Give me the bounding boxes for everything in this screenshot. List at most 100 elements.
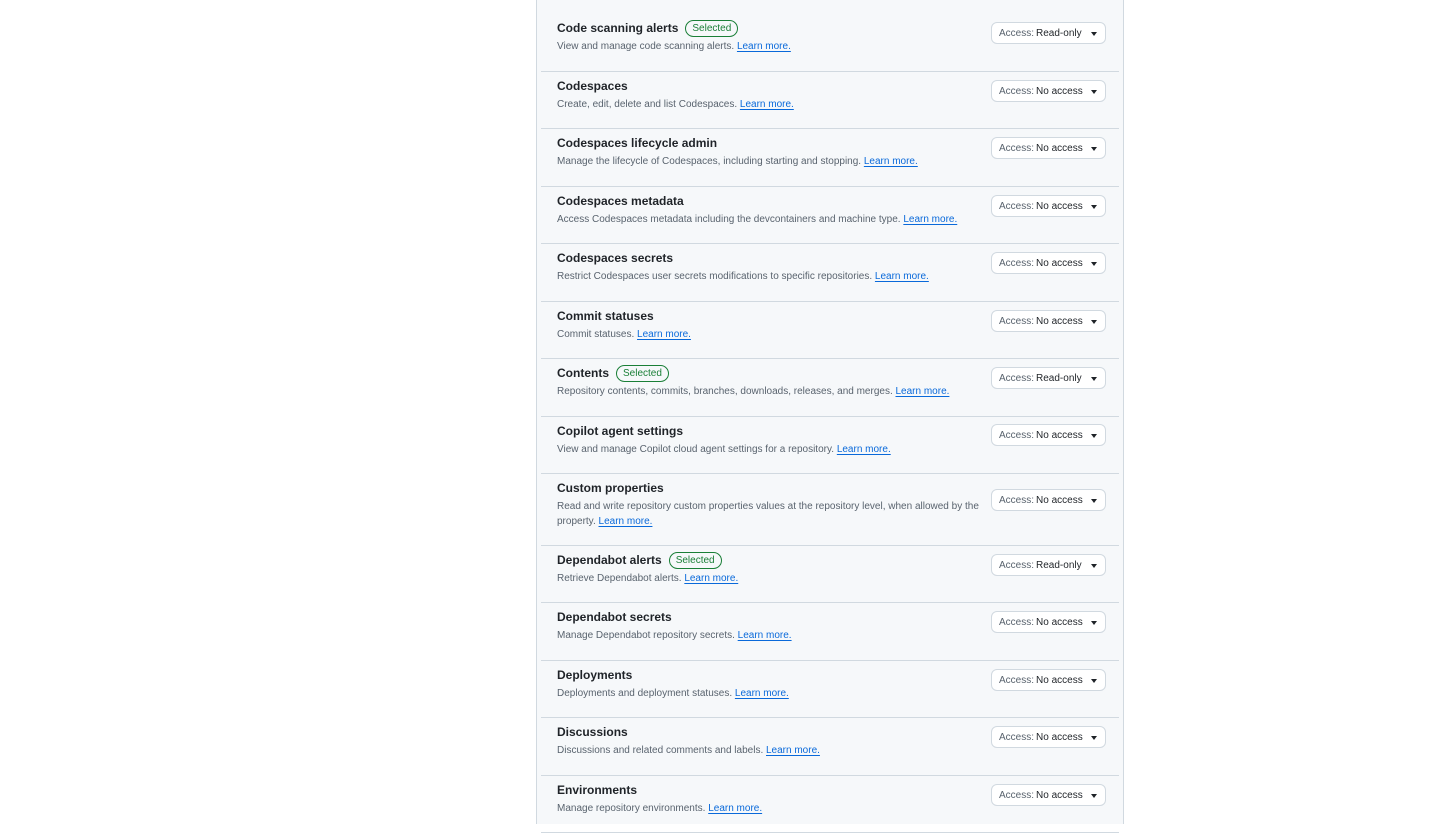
permission-description-line: Read and write repository custom propert… <box>557 499 981 529</box>
learn-more-link[interactable]: Learn more. <box>875 271 929 282</box>
caret-down-icon <box>1091 377 1097 381</box>
permission-title-line: Custom properties <box>557 479 981 497</box>
access-dropdown-commit-statuses[interactable]: Access: No access <box>991 310 1106 332</box>
access-dropdown-copilot-agent-settings[interactable]: Access: No access <box>991 424 1106 446</box>
access-label: Access: <box>999 616 1035 628</box>
permission-title-line: Dependabot secrets <box>557 608 981 626</box>
access-label: Access: <box>999 731 1035 743</box>
learn-more-link[interactable]: Learn more. <box>864 156 918 167</box>
learn-more-link[interactable]: Learn more. <box>738 630 792 641</box>
permission-row-codespaces-lifecycle-admin: Codespaces lifecycle admin Manage the lif… <box>541 129 1119 187</box>
access-label: Access: <box>999 27 1035 39</box>
access-label: Access: <box>999 494 1035 506</box>
permission-description: Manage the lifecycle of Codespaces, incl… <box>557 156 862 167</box>
access-value: Read-only <box>1036 559 1082 571</box>
access-dropdown-contents[interactable]: Access: Read-only <box>991 367 1106 389</box>
permission-text: Contents Selected Repository contents, com… <box>557 364 981 399</box>
permission-description-line: Commit statuses. Learn more. <box>557 327 981 342</box>
access-dropdown-codespaces-lifecycle-admin[interactable]: Access: No access <box>991 137 1106 159</box>
access-label: Access: <box>999 257 1035 269</box>
permission-description-line: Manage repository environments. Learn mo… <box>557 801 981 816</box>
permission-text: Codespaces metadata Access Codespaces met… <box>557 192 981 227</box>
learn-more-link[interactable]: Learn more. <box>737 41 791 52</box>
access-label: Access: <box>999 789 1035 801</box>
caret-down-icon <box>1091 32 1097 36</box>
selected-badge: Selected <box>616 364 669 382</box>
permission-title-line: Codespaces lifecycle admin <box>557 134 981 152</box>
access-dropdown-custom-properties[interactable]: Access: No access <box>991 489 1106 511</box>
permission-title-line: Codespaces metadata <box>557 192 981 210</box>
permission-description-line: View and manage Copilot cloud agent sett… <box>557 442 981 457</box>
access-dropdown-dependabot-alerts[interactable]: Access: Read-only <box>991 554 1106 576</box>
access-dropdown-codespaces[interactable]: Access: No access <box>991 80 1106 102</box>
caret-down-icon <box>1091 794 1097 798</box>
permission-description: Discussions and related comments and lab… <box>557 745 764 756</box>
permission-title-line: Codespaces secrets <box>557 249 981 267</box>
permission-row-codespaces: Codespaces Create, edit, delete and list … <box>541 72 1119 129</box>
permission-row-discussions: Discussions Discussions and related comme… <box>541 718 1119 776</box>
learn-more-link[interactable]: Learn more. <box>740 99 794 110</box>
learn-more-link[interactable]: Learn more. <box>766 745 820 756</box>
permission-title: Codespaces <box>557 79 628 93</box>
learn-more-link[interactable]: Learn more. <box>903 214 957 225</box>
permission-row-custom-properties: Custom properties Read and write reposito… <box>541 474 1119 546</box>
permission-row-code-scanning-alerts: Code scanning alerts Selected View and man… <box>541 0 1119 72</box>
access-value: No access <box>1036 616 1083 628</box>
access-dropdown-code-scanning-alerts[interactable]: Access: Read-only <box>991 22 1106 44</box>
permission-title-line: Dependabot alerts Selected <box>557 551 981 569</box>
permission-title: Copilot agent settings <box>557 424 683 438</box>
permission-description-line: Create, edit, delete and list Codespaces… <box>557 97 981 112</box>
permission-title-line: Commit statuses <box>557 307 981 325</box>
permission-title-line: Deployments <box>557 666 981 684</box>
permission-title: Deployments <box>557 668 633 682</box>
learn-more-link[interactable]: Learn more. <box>735 688 789 699</box>
permission-title: Environments <box>557 783 638 797</box>
permission-text: Copilot agent settings View and manage Co… <box>557 422 981 457</box>
permission-row-codespaces-secrets: Codespaces secrets Restrict Codespaces us… <box>541 244 1119 302</box>
permission-title: Codespaces secrets <box>557 251 674 265</box>
access-value: No access <box>1036 731 1083 743</box>
permission-description: View and manage Copilot cloud agent sett… <box>557 444 835 455</box>
permission-description: Commit statuses. <box>557 329 635 340</box>
access-dropdown-codespaces-metadata[interactable]: Access: No access <box>991 195 1106 217</box>
access-dropdown-environments[interactable]: Access: No access <box>991 784 1106 806</box>
access-dropdown-deployments[interactable]: Access: No access <box>991 669 1106 691</box>
learn-more-link[interactable]: Learn more. <box>896 386 950 397</box>
permission-title: Custom properties <box>557 481 664 495</box>
learn-more-link[interactable]: Learn more. <box>637 329 691 340</box>
permission-row-contents: Contents Selected Repository contents, com… <box>541 359 1119 417</box>
learn-more-link[interactable]: Learn more. <box>837 444 891 455</box>
access-dropdown-codespaces-secrets[interactable]: Access: No access <box>991 252 1106 274</box>
permission-text: Codespaces secrets Restrict Codespaces us… <box>557 249 981 284</box>
permission-title: Dependabot alerts <box>557 553 662 567</box>
access-value: Read-only <box>1036 27 1082 39</box>
permission-text: Codespaces Create, edit, delete and list … <box>557 77 981 112</box>
access-value: No access <box>1036 85 1083 97</box>
permission-title-line: Code scanning alerts Selected <box>557 19 981 37</box>
caret-down-icon <box>1091 564 1097 568</box>
access-dropdown-discussions[interactable]: Access: No access <box>991 726 1106 748</box>
permission-text: Deployments Deployments and deployment st… <box>557 666 981 701</box>
access-value: No access <box>1036 674 1083 686</box>
access-dropdown-dependabot-secrets[interactable]: Access: No access <box>991 611 1106 633</box>
permission-title: Discussions <box>557 725 628 739</box>
access-value: No access <box>1036 429 1083 441</box>
learn-more-link[interactable]: Learn more. <box>708 803 762 814</box>
permission-text: Custom properties Read and write reposito… <box>557 479 981 529</box>
caret-down-icon <box>1091 499 1097 503</box>
permission-description: Repository contents, commits, branches, … <box>557 386 893 397</box>
access-value: Read-only <box>1036 372 1082 384</box>
permission-description-line: Deployments and deployment statuses. Lea… <box>557 686 981 701</box>
permission-title-line: Discussions <box>557 723 981 741</box>
permissions-panel: Code scanning alerts Selected View and man… <box>536 0 1124 833</box>
permission-row-dependabot-secrets: Dependabot secrets Manage Dependabot repo… <box>541 603 1119 661</box>
permission-title-line: Environments <box>557 781 981 799</box>
permission-description: Deployments and deployment statuses. <box>557 688 733 699</box>
access-value: No access <box>1036 315 1083 327</box>
selected-badge: Selected <box>685 19 739 37</box>
access-label: Access: <box>999 85 1035 97</box>
learn-more-link[interactable]: Learn more. <box>684 573 738 584</box>
permission-text: Commit statuses Commit statuses. Learn mo… <box>557 307 981 342</box>
permission-row-copilot-agent-settings: Copilot agent settings View and manage Co… <box>541 417 1119 474</box>
learn-more-link[interactable]: Learn more. <box>599 516 653 527</box>
